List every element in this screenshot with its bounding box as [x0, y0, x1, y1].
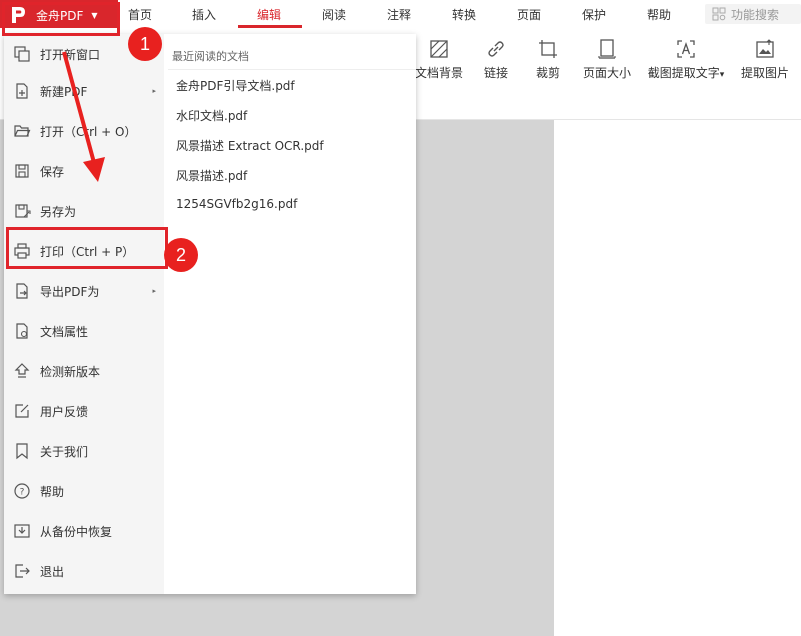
- svg-text:?: ?: [20, 488, 25, 498]
- chevron-down-icon: ▾: [719, 70, 725, 80]
- help-icon: ?: [13, 482, 31, 500]
- new-window-icon: [13, 45, 31, 63]
- menu-item-check-update[interactable]: 检测新版本: [4, 351, 164, 391]
- save-as-icon: [13, 202, 31, 220]
- tab-help[interactable]: 帮助: [647, 6, 671, 23]
- menu-item-exit[interactable]: 退出: [4, 551, 164, 591]
- file-menu-dropdown: 打开新窗口 新建PDF ▸ 打开（Ctrl + O） 保存 另存为 打印（Ctr…: [4, 34, 416, 594]
- menu-item-feedback[interactable]: 用户反馈: [4, 391, 164, 431]
- function-search[interactable]: 功能搜索: [705, 4, 801, 24]
- search-icon: [712, 7, 726, 21]
- tab-edit[interactable]: 编辑: [257, 6, 281, 23]
- tab-page[interactable]: 页面: [517, 6, 541, 23]
- ocr-icon: [675, 38, 697, 60]
- search-label: 功能搜索: [731, 7, 780, 22]
- about-icon: [13, 442, 31, 460]
- extract-image-tool[interactable]: 提取图片: [740, 38, 790, 81]
- menu-item-new-pdf[interactable]: 新建PDF ▸: [4, 71, 164, 111]
- tool-label: 文档背景: [414, 66, 463, 80]
- menu-bar: 金舟PDF ▼ 首页 插入 编辑 阅读 注释 转换 页面 保护 帮助 功能搜索: [0, 0, 801, 30]
- crop-icon: [537, 38, 559, 60]
- recent-file-item[interactable]: 风景描述.pdf: [176, 167, 247, 184]
- app-logo-icon: [10, 6, 26, 24]
- menu-item-save[interactable]: 保存: [4, 151, 164, 191]
- chevron-right-icon: ▸: [152, 287, 156, 295]
- folder-open-icon: [13, 122, 31, 140]
- recent-file-item[interactable]: 金舟PDF引导文档.pdf: [176, 77, 295, 94]
- menu-item-print[interactable]: 打印（Ctrl + P）: [4, 231, 164, 271]
- page-size-icon: [596, 38, 618, 60]
- menu-item-document-properties[interactable]: 文档属性: [4, 311, 164, 351]
- crop-tool[interactable]: 裁剪: [532, 38, 564, 81]
- step-badge-1: 1: [128, 27, 162, 61]
- tool-label: 链接: [483, 66, 508, 80]
- menu-item-export-pdf[interactable]: 导出PDF为 ▸: [4, 271, 164, 311]
- extract-image-icon: [754, 38, 776, 60]
- link-icon: [485, 38, 507, 60]
- tool-label: 裁剪: [535, 66, 560, 80]
- recent-documents-panel: 最近阅读的文档 金舟PDF引导文档.pdf 水印文档.pdf 风景描述 Extr…: [164, 34, 416, 594]
- step-badge-2: 2: [164, 238, 198, 272]
- exit-icon: [13, 562, 31, 580]
- print-icon: [13, 242, 31, 260]
- chevron-right-icon: ▸: [152, 87, 156, 95]
- menu-item-save-as[interactable]: 另存为: [4, 191, 164, 231]
- recent-documents-title: 最近阅读的文档: [172, 50, 249, 63]
- tab-home[interactable]: 首页: [128, 6, 152, 23]
- chevron-down-icon: ▼: [91, 10, 98, 20]
- recent-file-item[interactable]: 水印文档.pdf: [176, 107, 247, 124]
- doc-properties-icon: [13, 322, 31, 340]
- menu-item-restore-backup[interactable]: 从备份中恢复: [4, 511, 164, 551]
- menu-item-help[interactable]: ? 帮助: [4, 471, 164, 511]
- new-file-icon: [13, 82, 31, 100]
- restore-icon: [13, 522, 31, 540]
- ocr-tool[interactable]: 截图提取文字▾: [646, 38, 726, 81]
- link-tool[interactable]: 链接: [480, 38, 512, 81]
- recent-file-item[interactable]: 1254SGVfb2g16.pdf: [176, 197, 297, 211]
- file-menu-sidebar: 打开新窗口 新建PDF ▸ 打开（Ctrl + O） 保存 另存为 打印（Ctr…: [4, 34, 164, 594]
- tool-label: 截图提取文字▾: [647, 66, 725, 80]
- tab-insert[interactable]: 插入: [192, 6, 216, 23]
- divider: [168, 69, 416, 70]
- document-background-tool[interactable]: 文档背景: [414, 38, 464, 81]
- document-page: [554, 120, 801, 636]
- recent-file-item[interactable]: 风景描述 Extract OCR.pdf: [176, 137, 324, 154]
- tab-protect[interactable]: 保护: [582, 6, 606, 23]
- tool-label: 提取图片: [740, 66, 789, 80]
- tab-convert[interactable]: 转换: [452, 6, 476, 23]
- menu-item-about[interactable]: 关于我们: [4, 431, 164, 471]
- tab-read[interactable]: 阅读: [322, 6, 346, 23]
- page-size-tool[interactable]: 页面大小: [582, 38, 632, 81]
- export-icon: [13, 282, 31, 300]
- feedback-icon: [13, 402, 31, 420]
- tab-annotate[interactable]: 注释: [387, 6, 411, 23]
- save-icon: [13, 162, 31, 180]
- brand-name: 金舟PDF: [36, 8, 84, 23]
- file-menu-button[interactable]: 金舟PDF ▼: [0, 0, 118, 30]
- tool-label: 页面大小: [582, 66, 631, 80]
- update-icon: [13, 362, 31, 380]
- background-icon: [428, 38, 450, 60]
- menu-item-open[interactable]: 打开（Ctrl + O）: [4, 111, 164, 151]
